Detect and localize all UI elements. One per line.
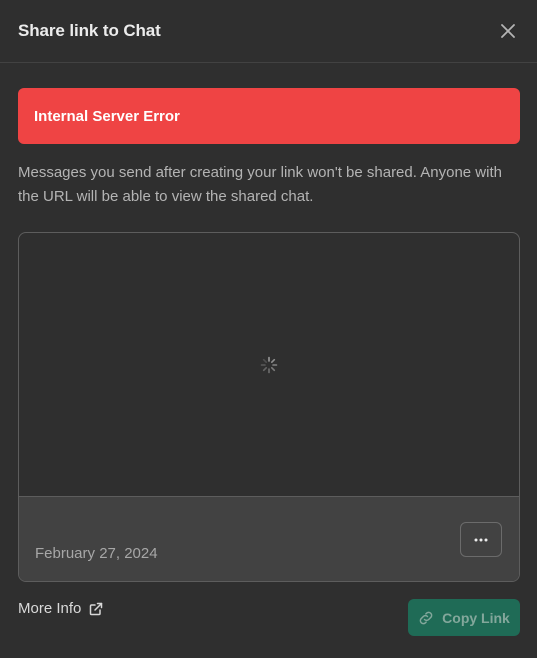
more-info-link[interactable]: More Info bbox=[18, 600, 103, 617]
dialog-header: Share link to Chat bbox=[0, 0, 537, 63]
share-description: Messages you send after creating your li… bbox=[18, 164, 502, 205]
preview-date: February 27, 2024 bbox=[35, 545, 158, 562]
more-options-button[interactable] bbox=[460, 522, 502, 557]
close-button[interactable] bbox=[497, 20, 519, 42]
chat-preview-card: February 27, 2024 bbox=[18, 232, 520, 582]
copy-link-label: Copy Link bbox=[442, 609, 510, 626]
copy-link-button[interactable]: Copy Link bbox=[408, 599, 520, 636]
dialog-title: Share link to Chat bbox=[18, 21, 161, 40]
external-link-icon bbox=[89, 602, 103, 616]
link-icon bbox=[418, 610, 434, 626]
spinner-icon bbox=[260, 356, 278, 373]
preview-body bbox=[19, 233, 519, 496]
error-banner: Internal Server Error bbox=[18, 88, 520, 144]
preview-footer: February 27, 2024 bbox=[19, 496, 519, 581]
share-dialog: Share link to Chat Internal Server Error… bbox=[0, 0, 537, 658]
more-info-label: More Info bbox=[18, 600, 82, 617]
close-icon bbox=[501, 24, 515, 38]
error-message: Internal Server Error bbox=[34, 107, 180, 125]
ellipsis-icon bbox=[474, 538, 488, 541]
